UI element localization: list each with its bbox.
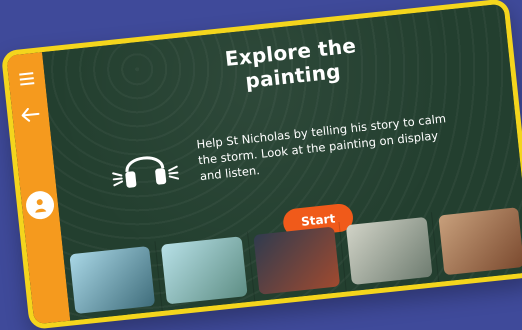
thumbnail-image [161,236,248,305]
painting-thumbnail[interactable] [432,202,522,282]
page-title: Explore the painting [223,33,358,93]
content-area: Explore the painting Help St Nicholas by… [42,3,522,321]
arrow-left-icon [21,107,40,122]
user-icon [35,199,47,213]
thumbnail-image [253,226,341,295]
painting-thumbnail[interactable] [247,221,348,302]
instruction-text: Help St Nicholas by telling his story to… [195,111,447,184]
profile-button[interactable] [24,189,56,221]
painting-thumbnail[interactable] [62,241,163,321]
thumbnail-image [437,206,522,276]
painting-thumbnail[interactable] [339,212,440,292]
back-button[interactable] [14,98,47,131]
thumbnail-image [68,245,156,315]
headphones-icon [106,140,183,195]
thumbnail-image [345,216,433,285]
hamburger-icon [19,72,35,86]
painting-thumbnail[interactable] [155,231,255,311]
tablet-frame: Explore the painting Help St Nicholas by… [0,0,522,330]
menu-button[interactable] [10,62,43,95]
